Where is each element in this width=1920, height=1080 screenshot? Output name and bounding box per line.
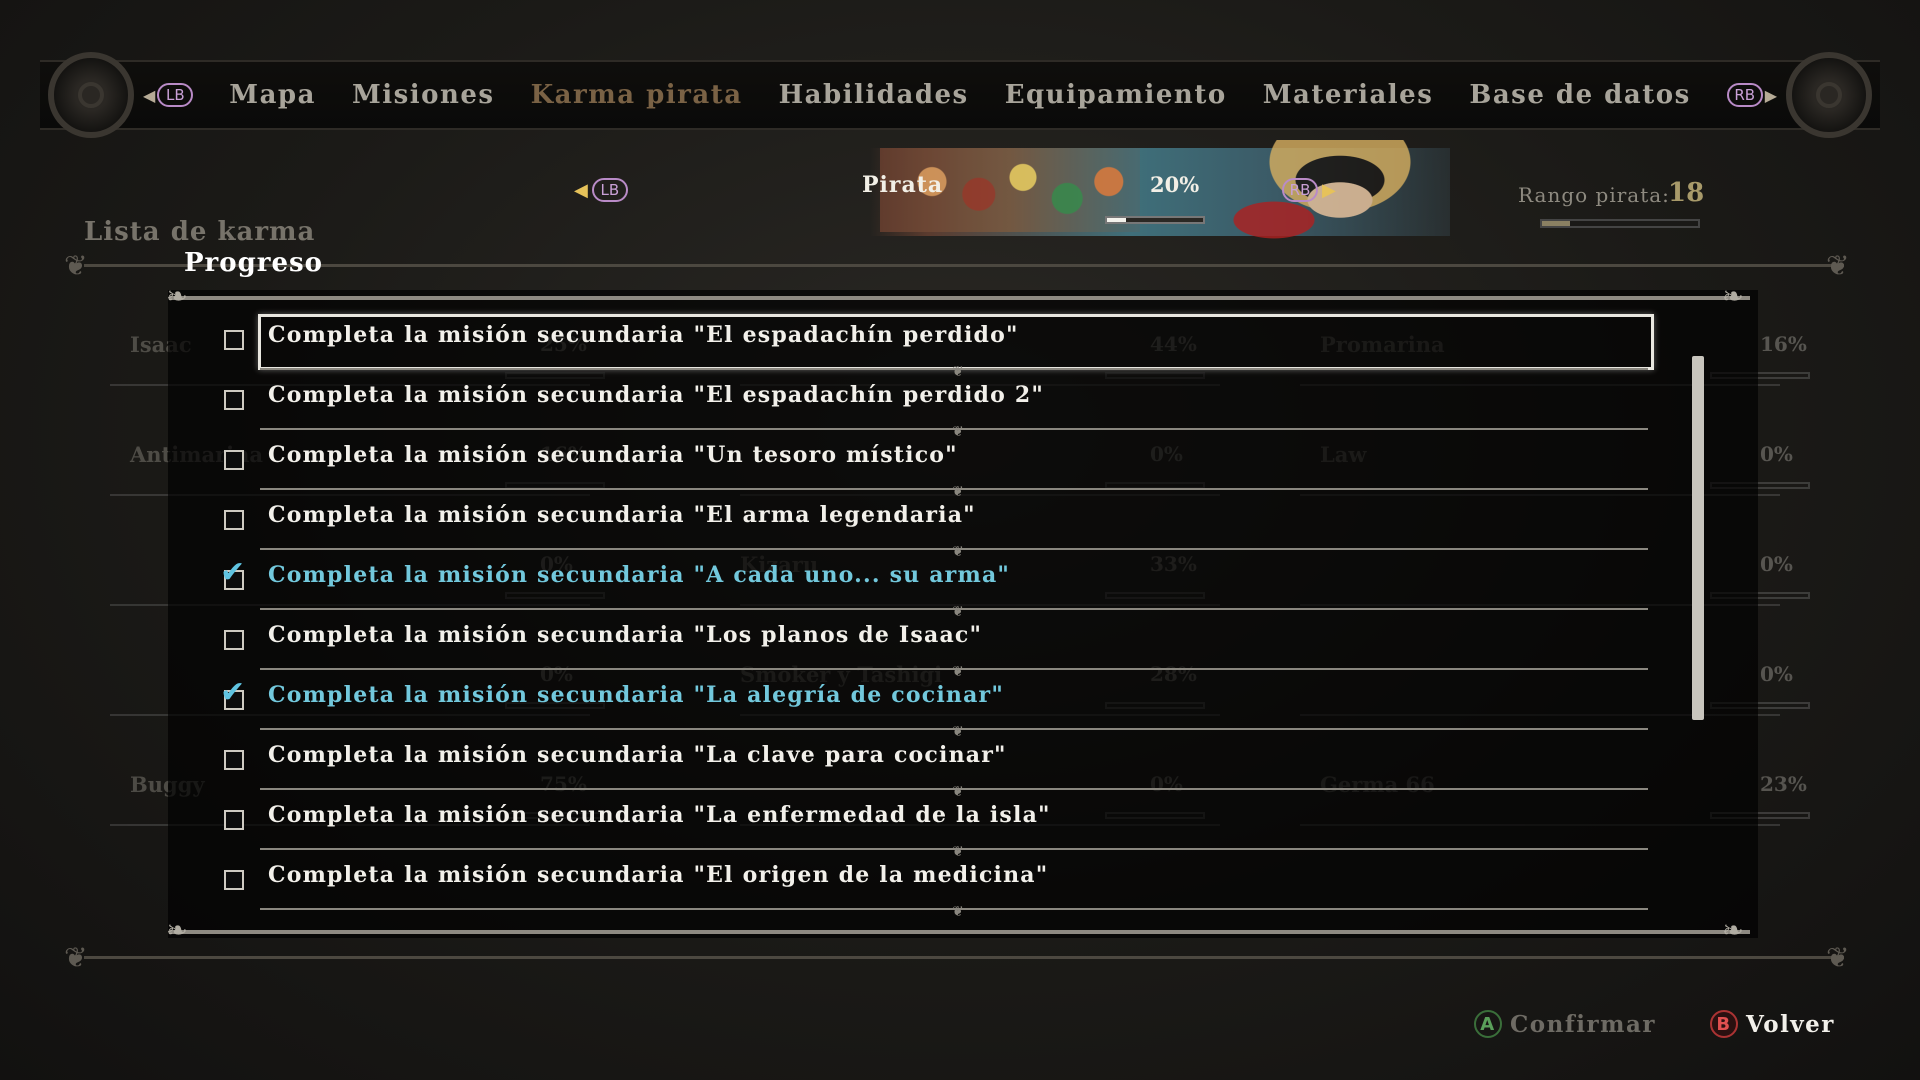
mission-item[interactable]: Completa la misión secundaria "El espada… <box>216 310 1660 379</box>
a-button-icon: A <box>1474 1010 1502 1038</box>
mission-item[interactable]: Completa la misión secundaria "El arma l… <box>216 490 1660 559</box>
mission-checkbox <box>224 330 244 350</box>
confirm-prompt[interactable]: A Confirmar <box>1474 1010 1656 1038</box>
mission-label: Completa la misión secundaria "La alegrí… <box>268 682 1004 708</box>
karma-card-percent: 0% <box>1760 662 1793 686</box>
mission-item[interactable]: Completa la misión secundaria "Los plano… <box>216 610 1660 679</box>
flourish-ornament-icon: ❧ <box>1722 282 1744 312</box>
mission-label: Completa la misión secundaria "El origen… <box>268 862 1049 888</box>
mission-label: Completa la misión secundaria "La clave … <box>268 742 1007 768</box>
flourish-ornament-icon: ❧ <box>166 916 188 946</box>
divider-ornament-icon: ❦ <box>952 904 964 920</box>
mission-list-scrollbar[interactable] <box>1692 356 1704 720</box>
mission-item[interactable]: Completa la misión secundaria "El origen… <box>216 850 1660 919</box>
mission-checkbox <box>224 870 244 890</box>
progress-title: Progreso <box>184 248 323 278</box>
flourish-ornament-icon: ❧ <box>166 282 188 312</box>
karma-card-percent: 0% <box>1760 552 1793 576</box>
mission-item[interactable]: Completa la misión secundaria "Un tesoro… <box>216 430 1660 499</box>
mission-checkbox <box>224 750 244 770</box>
mission-item[interactable]: ✔ Completa la misión secundaria "A cada u… <box>216 550 1660 619</box>
mission-checkbox <box>224 450 244 470</box>
mission-label: Completa la misión secundaria "Un tesoro… <box>268 442 958 468</box>
back-prompt[interactable]: B Volver <box>1710 1010 1835 1038</box>
karma-card-percent: 0% <box>1760 442 1793 466</box>
karma-card-percent: 23% <box>1760 772 1807 796</box>
mission-checkbox <box>224 390 244 410</box>
mission-label: Completa la misión secundaria "La enferm… <box>268 802 1051 828</box>
mission-item[interactable]: ✔ Completa la misión secundaria "La alegr… <box>216 670 1660 739</box>
mission-item[interactable]: Completa la misión secundaria "La enferm… <box>216 790 1660 859</box>
back-label: Volver <box>1746 1010 1835 1038</box>
b-button-icon: B <box>1710 1010 1738 1038</box>
mission-label: Completa la misión secundaria "Los plano… <box>268 622 983 648</box>
mission-label: Completa la misión secundaria "A cada un… <box>268 562 1011 588</box>
mission-checkbox <box>224 630 244 650</box>
button-prompts: A Confirmar B Volver <box>0 1010 1920 1050</box>
mission-label: Completa la misión secundaria "El espada… <box>268 382 1045 408</box>
mission-item[interactable]: Completa la misión secundaria "El espada… <box>216 370 1660 439</box>
confirm-label: Confirmar <box>1510 1010 1656 1038</box>
mission-label: Completa la misión secundaria "El arma l… <box>268 502 976 528</box>
mission-checkbox <box>224 510 244 530</box>
mission-label: Completa la misión secundaria "El espada… <box>268 322 1019 348</box>
checkmark-icon: ✔ <box>220 675 246 710</box>
flourish-ornament-icon: ❧ <box>1722 916 1744 946</box>
mission-checkbox <box>224 810 244 830</box>
karma-card-percent: 16% <box>1760 332 1807 356</box>
checkmark-icon: ✔ <box>220 555 246 590</box>
progress-panel-bottom-border <box>170 930 1750 934</box>
progress-panel-top-border <box>170 296 1750 300</box>
mission-item[interactable]: Completa la misión secundaria "La clave … <box>216 730 1660 799</box>
